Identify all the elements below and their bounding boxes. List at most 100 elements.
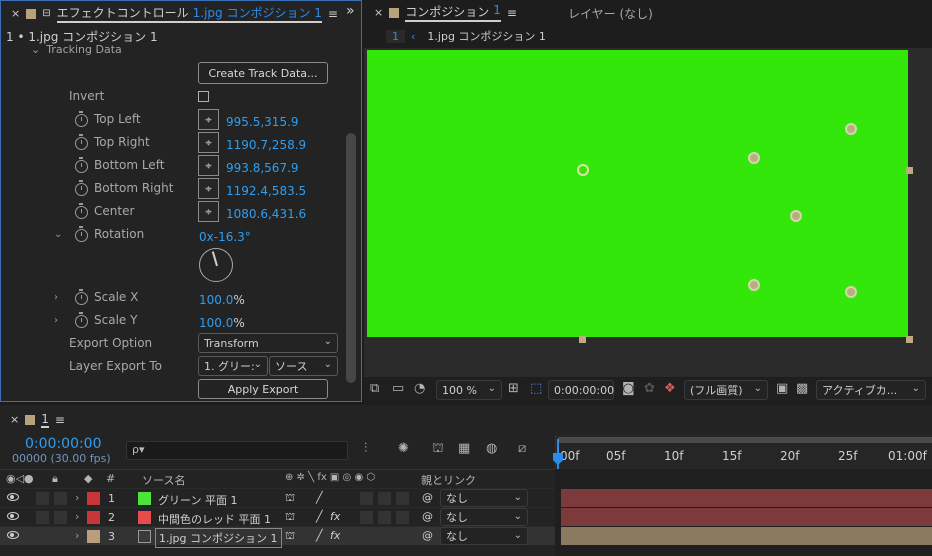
layer-name[interactable]: 1.jpg コンポジション 1 [155, 528, 282, 548]
rotation-dial[interactable] [199, 248, 233, 282]
search-input[interactable]: ρ▾ [126, 441, 348, 460]
switch-box[interactable] [360, 511, 373, 524]
chevron-down-icon[interactable]: ⌄ [54, 229, 62, 240]
target-icon[interactable]: ⌖ [198, 201, 219, 222]
motion-blur-icon[interactable]: ◍ [486, 441, 497, 456]
panel-menu-icon[interactable]: ≡ [507, 6, 517, 20]
composition-tab[interactable]: × コンポジション 1 ≡ [364, 0, 517, 25]
quality-switch-icon[interactable]: ╱ [316, 491, 323, 504]
region-icon[interactable]: ⬚ [530, 381, 542, 396]
stopwatch-icon[interactable] [75, 312, 88, 328]
layer-duration-bar[interactable] [561, 508, 932, 526]
shy-switch-icon[interactable]: ⛫ [285, 510, 295, 525]
target-icon[interactable]: ⌖ [198, 109, 219, 130]
switch-box[interactable] [396, 530, 409, 543]
composition-canvas[interactable] [367, 50, 908, 337]
rotation-value[interactable]: 0x-16.3° [199, 230, 251, 244]
label-color[interactable] [87, 511, 100, 524]
close-icon[interactable]: × [10, 413, 19, 426]
top-right-value[interactable]: 1190.7,258.9 [226, 138, 306, 152]
audio-toggle[interactable] [36, 492, 49, 505]
visibility-eye-icon[interactable] [7, 531, 19, 539]
solo-toggle[interactable] [54, 492, 67, 505]
stopwatch-icon[interactable] [75, 157, 88, 173]
layer-handle[interactable] [579, 336, 586, 343]
compositions-flow-icon[interactable]: ⫶ [364, 441, 367, 456]
shy-icon[interactable]: ⛫ [432, 441, 444, 458]
chevron-right-icon[interactable]: › [54, 292, 58, 303]
parent-select[interactable]: なし ⌄ [440, 489, 528, 507]
solo-toggle[interactable] [54, 511, 67, 524]
zoom-select[interactable]: 100 % ⌄ [436, 380, 502, 400]
shy-switch-icon[interactable]: ⛫ [285, 529, 295, 544]
invert-checkbox[interactable] [198, 91, 209, 102]
pickwhip-icon[interactable]: @ [422, 529, 433, 542]
switch-box[interactable] [360, 492, 373, 505]
quality-switch-icon[interactable]: ╱ [316, 529, 323, 542]
graph-editor-icon[interactable]: ⧄ [518, 441, 526, 456]
grid-icon[interactable]: ⊞ [508, 381, 519, 396]
quality-switch-icon[interactable]: ╱ [316, 510, 323, 523]
stopwatch-icon[interactable] [75, 180, 88, 196]
apply-export-button[interactable]: Apply Export [198, 379, 328, 399]
visibility-eye-icon[interactable] [7, 512, 19, 520]
stopwatch-icon[interactable] [75, 203, 88, 219]
timecode-display[interactable]: 0:00:00:00 [548, 380, 614, 400]
target-icon[interactable]: ⌖ [198, 132, 219, 153]
layer-duration-bar[interactable] [561, 489, 932, 507]
work-area-bar[interactable] [558, 437, 932, 443]
scale-x-value[interactable]: 100.0% [199, 293, 245, 307]
bottom-left-value[interactable]: 993.8,567.9 [226, 161, 299, 175]
chevron-right-icon[interactable]: › [54, 315, 58, 326]
color-icon[interactable]: ❖ [664, 381, 676, 396]
current-timecode[interactable]: 0:00:00:00 [25, 436, 102, 452]
export-option-select[interactable]: Transform ⌄ [198, 333, 338, 353]
switch-box[interactable] [378, 492, 391, 505]
lock-icon[interactable]: ⊟ [42, 8, 50, 19]
region-of-interest-icon[interactable]: ▣ [776, 381, 788, 396]
bottom-right-value[interactable]: 1192.4,583.5 [226, 184, 306, 198]
camera-icon[interactable]: ◙ [622, 381, 635, 396]
comp-sub-tab[interactable]: 1 ‹ 1.jpg コンポジション 1 [386, 26, 546, 46]
snapshot-icon[interactable]: ⧉ [370, 381, 379, 396]
tracking-data-label[interactable]: ⌄ Tracking Data [31, 43, 122, 56]
pickwhip-icon[interactable]: @ [422, 510, 433, 523]
effect-scrollbar[interactable] [346, 133, 356, 383]
layer-name[interactable]: グリーン 平面 1 [158, 492, 237, 508]
scale-y-value[interactable]: 100.0% [199, 316, 245, 330]
channel-icon[interactable]: ✿ [644, 381, 655, 396]
switch-box[interactable] [360, 530, 373, 543]
shy-switch-icon[interactable]: ⛫ [285, 491, 295, 506]
chevron-down-icon[interactable]: ⌄ [31, 43, 40, 56]
stopwatch-icon[interactable] [75, 289, 88, 305]
label-color[interactable] [87, 530, 100, 543]
switch-box[interactable] [378, 530, 391, 543]
chevron-right-icon[interactable]: › [75, 529, 79, 542]
time-ruler[interactable]: 00f 05f 10f 15f 20f 25f 01:00f [555, 435, 932, 469]
close-icon[interactable]: × [11, 7, 20, 20]
layer-handle[interactable] [906, 167, 913, 174]
mask-icon[interactable]: ◔ [414, 381, 425, 396]
quality-select[interactable]: (フル画質) ⌄ [684, 380, 768, 400]
visibility-eye-icon[interactable] [7, 493, 19, 501]
pickwhip-icon[interactable]: @ [422, 491, 433, 504]
stopwatch-icon[interactable] [75, 111, 88, 127]
panel-menu-icon[interactable]: ≡ [55, 413, 65, 427]
switch-box[interactable] [378, 511, 391, 524]
layer-row[interactable]: › 3 1.jpg コンポジション 1 ⛫ ╱ fx @ なし ⌄ [0, 526, 555, 548]
label-color[interactable] [87, 492, 100, 505]
layer-tab[interactable]: レイヤー (なし) [568, 5, 653, 22]
target-icon[interactable]: ⌖ [198, 155, 219, 176]
fx-switch[interactable]: fx [330, 529, 340, 542]
audio-toggle[interactable] [36, 511, 49, 524]
parent-select[interactable]: なし ⌄ [440, 508, 528, 526]
audio-toggle[interactable] [36, 530, 49, 543]
layer-name[interactable]: 中間色のレッド 平面 1 [158, 511, 271, 527]
fx-switch[interactable]: fx [330, 510, 340, 523]
timeline-tab[interactable]: × 1 ≡ [0, 407, 65, 432]
arrow-left-icon[interactable]: ‹ [411, 30, 415, 43]
create-track-data-button[interactable]: Create Track Data... [198, 62, 328, 84]
layer-row[interactable]: › 2 中間色のレッド 平面 1 ⛫ ╱ fx @ なし ⌄ [0, 507, 555, 526]
stopwatch-icon[interactable] [75, 226, 88, 242]
layer-duration-bar[interactable] [561, 527, 932, 545]
